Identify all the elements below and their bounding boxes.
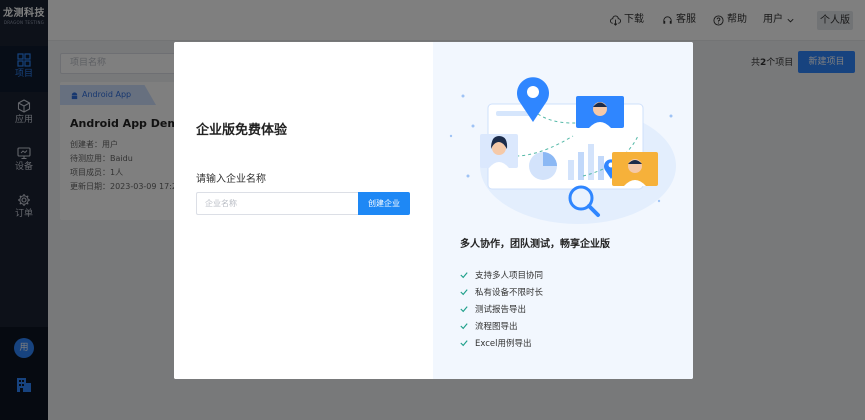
feature-list: 支持多人项目协同 私有设备不限时长 测试报告导出 流程图导出 Excel用例导出 <box>460 266 543 351</box>
check-icon <box>460 322 468 329</box>
feature-label: 支持多人项目协同 <box>475 270 544 281</box>
modal-title: 企业版免费体验 <box>196 123 288 138</box>
feature-label: Excel用例导出 <box>475 338 532 349</box>
modal-promo-panel: 多人协作，团队测试，畅享企业版 支持多人项目协同 私有设备不限时长 测试报告导出… <box>433 42 693 379</box>
enterprise-trial-modal: 企业版免费体验 请输入企业名称 创建企业 <box>174 42 693 379</box>
feature-item: 测试报告导出 <box>460 300 543 317</box>
feature-label: 私有设备不限时长 <box>475 287 544 298</box>
feature-title: 多人协作，团队测试，畅享企业版 <box>460 239 610 250</box>
feature-item: Excel用例导出 <box>460 334 543 351</box>
check-icon <box>460 305 468 312</box>
feature-label: 流程图导出 <box>475 321 518 332</box>
check-icon <box>460 271 468 278</box>
company-name-label: 请输入企业名称 <box>196 174 266 185</box>
check-icon <box>460 288 468 295</box>
check-icon <box>460 339 468 346</box>
create-company-button[interactable]: 创建企业 <box>358 192 410 215</box>
company-name-input[interactable] <box>196 192 358 215</box>
collaboration-illustration <box>449 77 676 224</box>
feature-label: 测试报告导出 <box>475 304 527 315</box>
feature-item: 支持多人项目协同 <box>460 266 543 283</box>
feature-item: 私有设备不限时长 <box>460 283 543 300</box>
modal-form-panel: 企业版免费体验 请输入企业名称 创建企业 <box>174 42 433 379</box>
feature-item: 流程图导出 <box>460 317 543 334</box>
